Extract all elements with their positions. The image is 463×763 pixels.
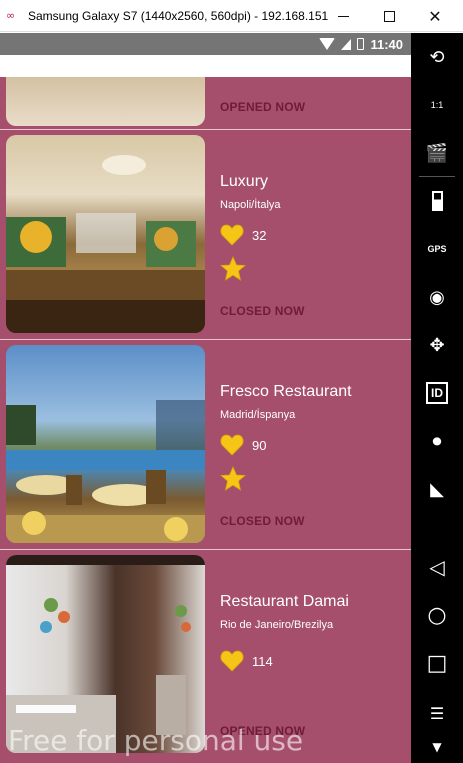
watermark-text: Free for personal use — [8, 724, 304, 757]
battery-icon[interactable] — [411, 181, 463, 221]
expand-down-icon[interactable]: ▼ — [411, 727, 463, 763]
heart-icon[interactable] — [220, 650, 244, 672]
like-count: 90 — [252, 437, 267, 453]
scale-label: 1:1 — [430, 100, 444, 110]
restaurant-location: Napoli/İtalya — [220, 199, 281, 211]
heart-icon[interactable] — [220, 224, 244, 246]
app-toolbar — [0, 55, 411, 77]
restaurant-location: Madrid/İspanya — [220, 409, 296, 421]
like-count: 114 — [252, 653, 273, 669]
toolbar-divider — [419, 176, 455, 177]
id-label: ID — [426, 382, 448, 404]
likes-row: 32 — [220, 224, 266, 246]
window-title: Samsung Galaxy S7 (1440x2560, 560dpi) - … — [28, 8, 328, 23]
emulator-toolbar: ⟲ 1:1 🎬 GPS ◉ ✥ ID ⏺ ◣ ◁ ○ □ ☰ ▼ — [411, 33, 463, 763]
home-icon[interactable]: ○ — [411, 595, 463, 635]
wifi-icon — [319, 38, 336, 50]
app-logo-icon: ∞ — [6, 9, 16, 22]
restaurant-photo — [6, 77, 205, 126]
star-icon[interactable] — [220, 256, 246, 282]
close-button[interactable]: ✕ — [412, 0, 458, 32]
open-status: OPENED NOW — [220, 100, 306, 114]
phone-status-bar: 11:40 — [0, 33, 411, 55]
battery-status-icon — [357, 38, 365, 50]
cast-icon[interactable]: ◣ — [411, 469, 463, 509]
likes-row: 90 — [220, 434, 266, 456]
webcam-icon[interactable]: ◉ — [411, 277, 463, 317]
like-count: 32 — [252, 227, 267, 243]
star-icon[interactable] — [220, 466, 246, 492]
maximize-button[interactable] — [366, 0, 412, 32]
open-status: CLOSED NOW — [220, 514, 305, 528]
open-status: CLOSED NOW — [220, 304, 305, 318]
restaurant-photo — [6, 135, 205, 333]
camera-clap-icon[interactable]: 🎬 — [411, 133, 463, 173]
restaurant-location: Rio de Janeiro/Brezilya — [220, 619, 334, 631]
likes-row: 114 — [220, 650, 273, 672]
id-icon[interactable]: ID — [411, 373, 463, 413]
restaurant-name: Fresco Restaurant — [220, 383, 352, 400]
restaurant-card[interactable]: Luxury Napoli/İtalya 32 CLOSED NOW — [0, 130, 411, 340]
restaurant-photo — [6, 345, 205, 543]
signal-icon — [341, 38, 352, 50]
rotate-icon[interactable]: ⟲ — [411, 37, 463, 77]
recents-icon[interactable]: □ — [411, 643, 463, 683]
heart-icon[interactable] — [220, 434, 244, 456]
restaurant-card[interactable]: OPENED NOW — [0, 77, 411, 130]
move-icon[interactable]: ✥ — [411, 325, 463, 365]
fullscreen-icon[interactable]: 1:1 — [411, 85, 463, 125]
gps-icon[interactable]: GPS — [411, 229, 463, 269]
minimize-button[interactable] — [320, 0, 366, 32]
window-titlebar: ∞ Samsung Galaxy S7 (1440x2560, 560dpi) … — [0, 0, 463, 32]
media-icon[interactable]: ⏺ — [411, 421, 463, 461]
back-icon[interactable]: ◁ — [411, 547, 463, 587]
restaurant-list[interactable]: OPENED NOW Luxury Napoli/İtalya 32 CLOSE… — [0, 77, 411, 763]
status-time: 11:40 — [370, 36, 403, 52]
restaurant-name: Luxury — [220, 173, 269, 190]
gps-label: GPS — [427, 244, 447, 254]
restaurant-name: Restaurant Damai — [220, 593, 349, 610]
restaurant-card[interactable]: Fresco Restaurant Madrid/İspanya 90 CLOS… — [0, 340, 411, 550]
